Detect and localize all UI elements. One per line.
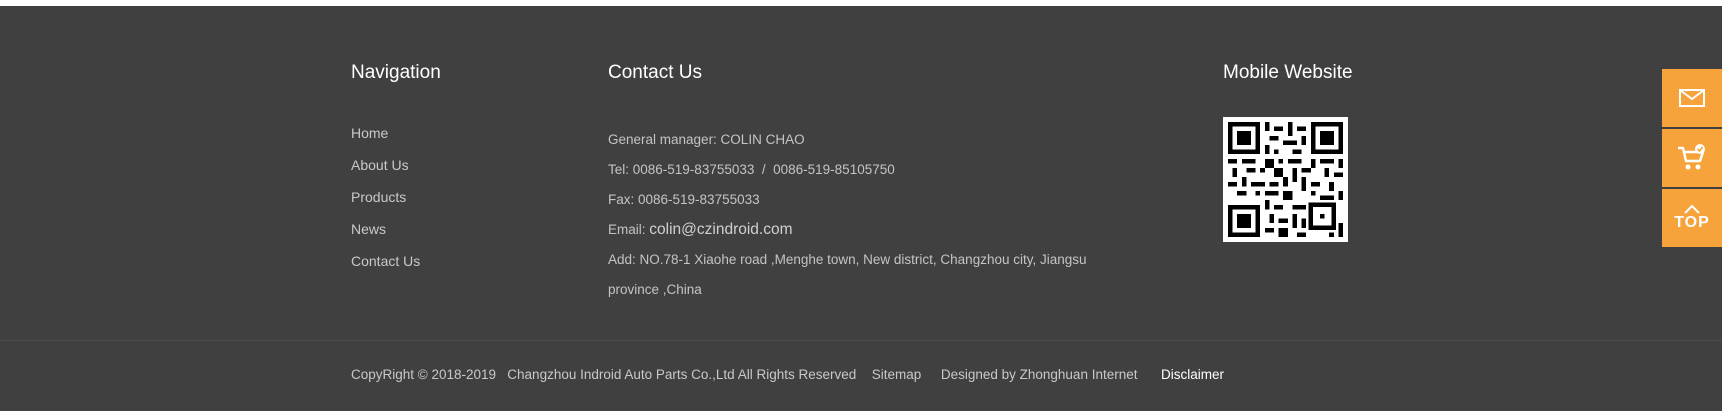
- contact-email-value: colin@czindroid.com: [649, 221, 793, 238]
- cart-button[interactable]: [1662, 129, 1722, 187]
- contact-tel: Tel: 0086-519-83755033 / 0086-519-851057…: [608, 162, 895, 177]
- nav-item-home: Home: [351, 125, 420, 157]
- qr-code-image: [1223, 117, 1348, 242]
- contact-info: General manager: COLIN CHAO Tel: 0086-51…: [608, 125, 1128, 305]
- contact-manager: General manager: COLIN CHAO: [608, 132, 805, 147]
- contact-email-label: Email:: [608, 222, 650, 237]
- mobile-website-title: Mobile Website: [1223, 62, 1353, 83]
- copyright-text: CopyRight © 2018-2019 Changzhou Indroid …: [351, 367, 857, 382]
- cart-icon: [1678, 144, 1705, 170]
- copyright-row: CopyRight © 2018-2019 Changzhou Indroid …: [351, 367, 1224, 382]
- navigation-list: Home About Us Products News Contact Us: [351, 125, 420, 285]
- chevron-up-icon: [1684, 204, 1700, 214]
- nav-item-products: Products: [351, 189, 420, 221]
- designed-by-link[interactable]: Designed by Zhonghuan Internet: [941, 367, 1138, 382]
- nav-item-contact: Contact Us: [351, 253, 420, 285]
- nav-item-news: News: [351, 221, 420, 253]
- contact-address-line2: province ,China: [608, 282, 702, 297]
- top-label: TOP: [1674, 214, 1710, 231]
- contact-fax: Fax: 0086-519-83755033: [608, 192, 760, 207]
- nav-link-home[interactable]: Home: [351, 125, 388, 141]
- nav-link-contact-us[interactable]: Contact Us: [351, 253, 420, 269]
- disclaimer-link[interactable]: Disclaimer: [1161, 367, 1224, 382]
- back-to-top-button[interactable]: TOP: [1662, 189, 1722, 247]
- qr-code-icon: [1228, 122, 1343, 237]
- contact-title: Contact Us: [608, 62, 702, 83]
- contact-address-line1: Add: NO.78-1 Xiaohe road ,Menghe town, N…: [608, 252, 1087, 267]
- nav-link-news[interactable]: News: [351, 221, 386, 237]
- sitemap-link[interactable]: Sitemap: [872, 367, 922, 382]
- navigation-title: Navigation: [351, 62, 441, 83]
- floating-side-bar: TOP: [1662, 69, 1722, 249]
- nav-link-products[interactable]: Products: [351, 189, 406, 205]
- email-button[interactable]: [1662, 69, 1722, 127]
- nav-item-about: About Us: [351, 157, 420, 189]
- nav-link-about-us[interactable]: About Us: [351, 157, 409, 173]
- envelope-icon: [1679, 89, 1705, 107]
- contact-email: Email: colin@czindroid.com: [608, 215, 1128, 245]
